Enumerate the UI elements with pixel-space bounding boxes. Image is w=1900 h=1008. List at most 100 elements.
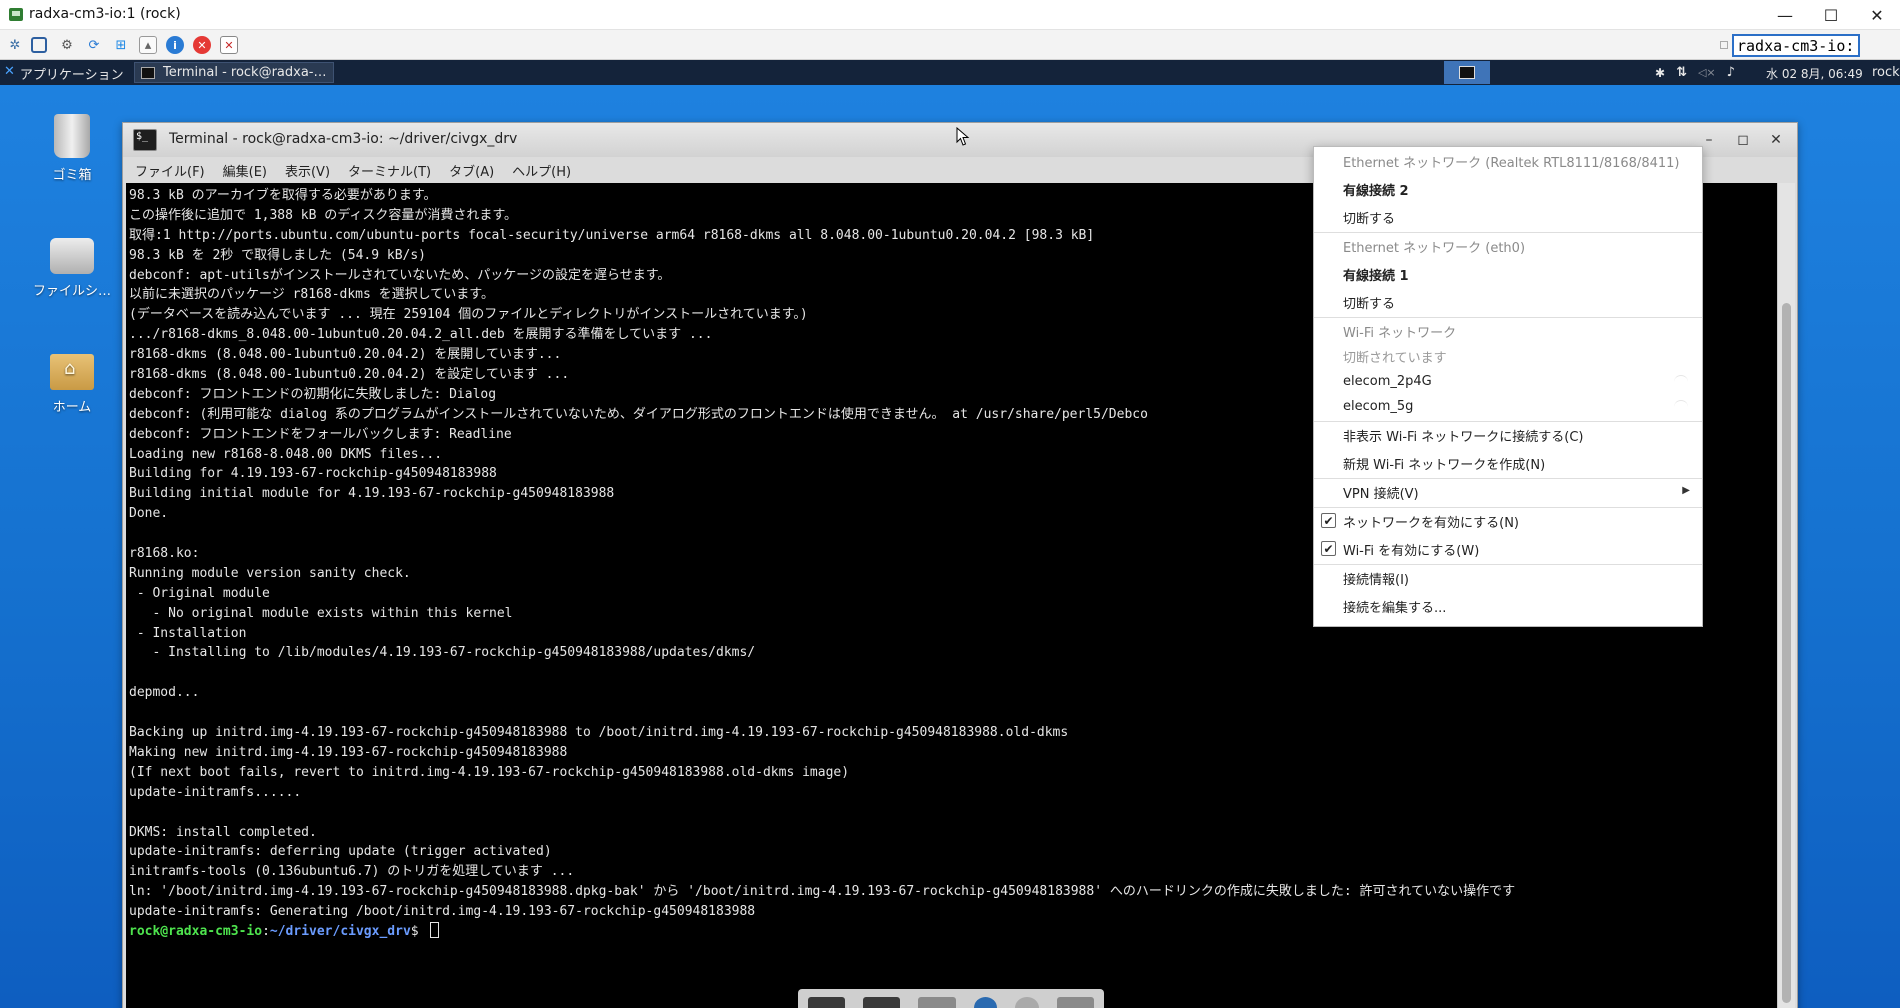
connect-hidden-wifi-item[interactable]: 非表示 Wi-Fi ネットワークに接続する(C) <box>1314 423 1702 447</box>
windows-key-icon[interactable]: ⊞ <box>112 36 130 54</box>
enable-wifi-label: Wi-Fi を有効にする(W) <box>1343 543 1480 559</box>
dock-show-desktop-icon[interactable] <box>808 997 846 1008</box>
menu-view[interactable]: 表示(V) <box>285 161 330 180</box>
minimize-button[interactable]: — <box>1762 0 1808 30</box>
disconnect-wired-1-item[interactable]: 切断する <box>1314 290 1702 314</box>
xfce-top-panel: ✕ アプリケーション Terminal - rock@radxa-… ✱ ⇅ ◁… <box>0 60 1900 85</box>
terminal-line: update-initramfs...... <box>129 784 302 800</box>
wifi-signal-icon <box>1674 400 1688 410</box>
menu-separator <box>1314 478 1702 479</box>
applications-menu-label: アプリケーション <box>19 68 124 83</box>
dock-search-icon[interactable] <box>1015 997 1039 1008</box>
maximize-button[interactable]: ☐ <box>1808 0 1854 30</box>
volume-muted-icon[interactable]: ◁× <box>1698 66 1716 79</box>
desktop-icon-home[interactable]: ホーム <box>30 346 114 415</box>
host-history-icon[interactable] <box>1720 41 1728 49</box>
taskbar-terminal-button[interactable]: Terminal - rock@radxa-… <box>134 62 334 83</box>
menu-separator <box>1314 564 1702 565</box>
trash-icon <box>54 114 90 158</box>
terminal-line: ln: '/boot/initrd.img-4.19.193-67-rockch… <box>129 884 1516 900</box>
info-icon[interactable]: i <box>166 36 184 54</box>
wifi-status: 切断されています <box>1343 350 1447 366</box>
fullscreen-icon[interactable] <box>31 37 47 53</box>
terminal-line: depmod... <box>129 685 200 701</box>
menu-edit[interactable]: 編集(E) <box>223 161 267 180</box>
enable-networking-label: ネットワークを有効にする(N) <box>1343 515 1519 531</box>
applications-menu[interactable]: ✕ アプリケーション <box>0 60 130 85</box>
prompt-end: $ <box>410 923 427 939</box>
host-input[interactable] <box>1732 34 1860 57</box>
terminal-line: - Installing to /lib/modules/4.19.193-67… <box>129 645 756 661</box>
edit-connections-item[interactable]: 接続を編集する... <box>1314 594 1702 618</box>
panel-terminal-launcher[interactable] <box>1444 61 1490 84</box>
dock-folder-icon[interactable] <box>1056 997 1094 1008</box>
menu-separator <box>1314 421 1702 422</box>
enable-networking-item[interactable]: ✔ ネットワークを有効にする(N) <box>1314 509 1702 533</box>
checkbox-checked-icon[interactable]: ✔ <box>1321 513 1336 528</box>
terminal-line: update-initramfs: deferring update (trig… <box>129 844 552 860</box>
notification-bell-icon[interactable]: ♪ <box>1727 65 1735 80</box>
wifi-header: Wi-Fi ネットワーク <box>1343 325 1457 341</box>
settings-icon[interactable]: ⚙ <box>58 36 76 54</box>
dock-file-manager-icon[interactable] <box>918 997 956 1008</box>
enable-wifi-item[interactable]: ✔ Wi-Fi を有効にする(W) <box>1314 537 1702 561</box>
terminal-line: Backing up initrd.img-4.19.193-67-rockch… <box>129 725 1069 741</box>
panel-user[interactable]: rock <box>1872 65 1900 80</box>
home-folder-icon <box>50 354 94 390</box>
menu-help[interactable]: ヘルプ(H) <box>512 161 571 180</box>
wired-connection-1-item[interactable]: 有線接続 1 <box>1314 262 1702 286</box>
menu-separator <box>1314 317 1702 318</box>
terminal-close-button[interactable]: ✕ <box>1767 131 1785 149</box>
terminal-maximize-button[interactable]: ◻ <box>1734 131 1752 149</box>
network-icon[interactable]: ⇅ <box>1676 65 1687 80</box>
terminal-line: update-initramfs: Generating /boot/initr… <box>129 904 756 920</box>
desktop-icon-trash[interactable]: ゴミ箱 <box>30 112 114 183</box>
terminal-icon: $_ <box>133 129 157 151</box>
prompt-user: rock@radxa-cm3-io <box>129 923 263 939</box>
refresh-icon[interactable]: ⟳ <box>85 36 103 54</box>
terminal-icon <box>141 66 155 79</box>
hard-disk-icon <box>50 238 94 274</box>
desktop-icon-label: ホーム <box>52 400 92 415</box>
wifi-signal-icon <box>1674 375 1688 385</box>
wifi-ssid-elecom-5g[interactable]: elecom_5g <box>1314 394 1702 418</box>
terminal-line: Making new initrd.img-4.19.193-67-rockch… <box>129 744 568 760</box>
terminal-prompt-line: rock@radxa-cm3-io:~/driver/civgx_drv$ <box>129 921 1775 942</box>
terminal-scrollbar[interactable] <box>1777 183 1795 1008</box>
options-icon[interactable]: ✲ <box>6 36 24 54</box>
wifi-ssid-elecom-2p4g[interactable]: elecom_2p4G <box>1314 369 1702 393</box>
disconnect-wired-2-item[interactable]: 切断する <box>1314 205 1702 229</box>
file-transfer-icon[interactable]: ▴ <box>139 36 157 54</box>
vnc-titlebar: radxa-cm3-io:1 (rock) — ☐ ✕ <box>0 0 1900 30</box>
dock-terminal-icon[interactable] <box>863 997 901 1008</box>
desktop-icon-filesystem[interactable]: ファイルシ… <box>30 230 114 299</box>
terminal-scroll-thumb[interactable] <box>1782 303 1791 1003</box>
menu-terminal[interactable]: ターミナル(T) <box>348 161 431 180</box>
checkbox-checked-icon[interactable]: ✔ <box>1321 541 1336 556</box>
disconnect-icon[interactable]: ✕ <box>193 36 211 54</box>
disconnect-red-icon[interactable]: ✕ <box>220 36 238 54</box>
menu-tab[interactable]: タブ(A) <box>449 161 494 180</box>
terminal-icon <box>1459 66 1475 79</box>
vpn-label: VPN 接続(V) <box>1343 486 1419 502</box>
prompt-separator: : <box>262 923 270 939</box>
bluetooth-icon[interactable]: ✱ <box>1655 66 1665 80</box>
menu-separator <box>1314 507 1702 508</box>
eth-realtek-header: Ethernet ネットワーク (Realtek RTL8111/8168/84… <box>1343 155 1680 171</box>
clock[interactable]: 水 02 8月, 06:49 <box>1766 65 1863 82</box>
close-button[interactable]: ✕ <box>1854 0 1900 30</box>
terminal-line: (If next boot fails, revert to initrd.im… <box>129 764 850 780</box>
prompt-path: ~/driver/civgx_drv <box>269 923 411 939</box>
vpn-connections-item[interactable]: VPN 接続(V) ▶ <box>1314 480 1702 504</box>
vnc-window-title: radxa-cm3-io:1 (rock) <box>29 6 181 22</box>
desktop-icon-label: ファイルシ… <box>32 284 111 299</box>
dock-web-browser-icon[interactable] <box>973 997 998 1008</box>
submenu-arrow-icon: ▶ <box>1682 485 1690 496</box>
system-tray: ✱ ⇅ ◁× ♪ <box>1655 60 1735 85</box>
create-new-wifi-item[interactable]: 新規 Wi-Fi ネットワークを作成(N) <box>1314 451 1702 475</box>
connection-info-item[interactable]: 接続情報(I) <box>1314 566 1702 590</box>
wired-connection-2-item[interactable]: 有線接続 2 <box>1314 177 1702 201</box>
menu-file[interactable]: ファイル(F) <box>135 161 205 180</box>
